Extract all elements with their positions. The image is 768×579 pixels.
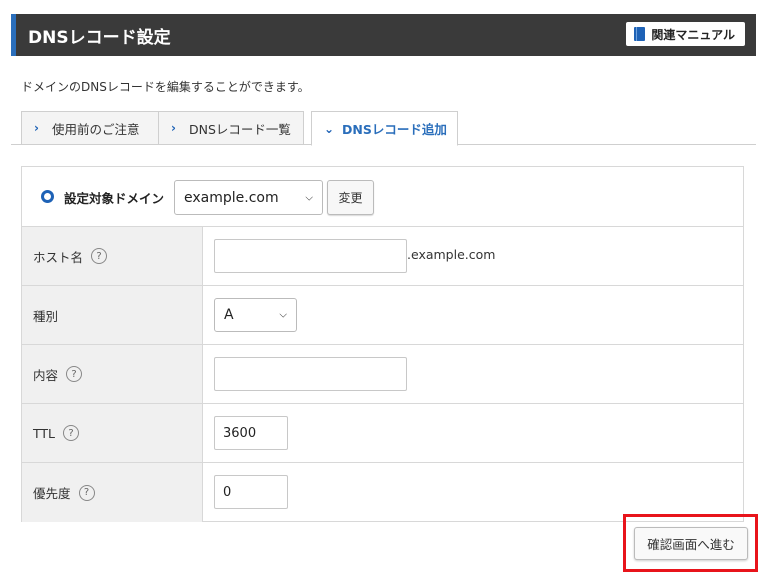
dns-record-form: 設定対象ドメイン example.com ⌵ 変更 ホスト名 ? .exampl…	[21, 166, 744, 522]
help-icon[interactable]: ?	[63, 425, 80, 441]
record-type-select[interactable]: A ⌵	[214, 298, 297, 332]
host-row: ホスト名 ? .example.com	[22, 227, 743, 286]
type-label-cell: 種別	[22, 286, 203, 344]
submit-highlight-box: 確認画面へ進む	[623, 514, 758, 572]
tab-label: DNSレコード一覧	[189, 121, 291, 137]
help-icon[interactable]: ?	[78, 484, 95, 501]
page-header: DNSレコード設定 関連マニュアル	[11, 14, 756, 56]
ttl-row: TTL ? 3600	[22, 404, 743, 463]
tab-label: DNSレコード追加	[342, 122, 447, 137]
domain-select-value: example.com	[184, 189, 279, 206]
help-icon[interactable]: ?	[91, 248, 108, 264]
type-row: 種別 A ⌵	[22, 286, 743, 345]
ttl-label-cell: TTL ?	[22, 404, 203, 462]
chevron-down-icon: ⌵	[305, 192, 313, 203]
domain-label: 設定対象ドメイン	[64, 191, 165, 206]
tab-dns-record-add[interactable]: ⌄ DNSレコード追加	[311, 111, 458, 146]
content-label: 内容	[33, 367, 59, 383]
host-label-cell: ホスト名 ?	[22, 227, 203, 285]
radio-selected-icon	[41, 190, 54, 203]
chevron-right-icon: ›	[171, 121, 176, 135]
chevron-down-icon: ⌵	[279, 309, 287, 321]
domain-select[interactable]: example.com ⌵	[174, 180, 323, 215]
priority-label: 優先度	[33, 486, 71, 501]
host-label: ホスト名	[33, 249, 84, 265]
ttl-label: TTL	[33, 425, 56, 441]
chevron-right-icon: ›	[34, 121, 39, 135]
ttl-value-cell: 3600	[203, 404, 743, 462]
content-input[interactable]	[214, 357, 407, 391]
chevron-down-icon: ⌄	[324, 121, 335, 136]
record-type-value: A	[224, 307, 234, 323]
host-value-cell: .example.com	[203, 227, 743, 285]
tab-dns-record-list[interactable]: › DNSレコード一覧	[158, 111, 304, 145]
domain-row: 設定対象ドメイン example.com ⌵ 変更	[22, 167, 743, 227]
help-icon[interactable]: ?	[66, 366, 83, 382]
page-title: DNSレコード設定	[28, 28, 171, 48]
priority-input[interactable]: 0	[214, 475, 288, 509]
book-icon	[634, 27, 646, 41]
content-value-cell	[203, 345, 743, 403]
content-label-cell: 内容 ?	[22, 345, 203, 403]
host-input[interactable]	[214, 239, 407, 273]
related-manual-button[interactable]: 関連マニュアル	[626, 22, 745, 46]
tab-bar: › 使用前のご注意 › DNSレコード一覧 ⌄ DNSレコード追加	[11, 111, 756, 146]
type-value-cell: A ⌵	[203, 286, 743, 344]
host-domain-suffix: .example.com	[407, 247, 496, 262]
type-label: 種別	[33, 308, 59, 324]
tab-label: 使用前のご注意	[52, 121, 140, 137]
ttl-input[interactable]: 3600	[214, 416, 288, 450]
change-domain-button[interactable]: 変更	[327, 180, 374, 215]
tab-precautions[interactable]: › 使用前のご注意	[21, 111, 159, 145]
related-manual-label: 関連マニュアル	[651, 27, 735, 42]
content-row: 内容 ?	[22, 345, 743, 404]
priority-label-cell: 優先度 ?	[22, 463, 203, 522]
page-description: ドメインのDNSレコードを編集することができます。	[21, 80, 310, 94]
proceed-to-confirm-button[interactable]: 確認画面へ進む	[634, 527, 748, 560]
